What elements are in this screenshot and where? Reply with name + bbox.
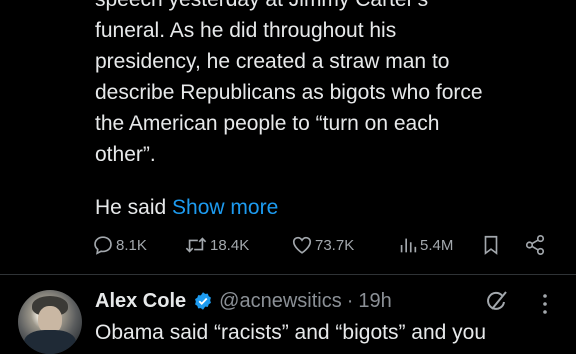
tweet-text-line: describe Republicans as bigots who force	[95, 81, 483, 104]
heart-icon	[292, 236, 312, 254]
tweet-divider	[0, 274, 576, 275]
separator: ·	[346, 289, 354, 312]
reply-header: Alex Cole @acnewsitics · 19h	[95, 288, 392, 314]
tweet-text-truncated: He said	[95, 196, 167, 219]
like-button[interactable]: 73.7K	[291, 232, 354, 258]
tweet-text-line: presidency, he created a straw man to	[95, 50, 450, 73]
grok-icon[interactable]	[483, 289, 511, 315]
reply-text: Obama said “racists” and “bigots” and yo…	[95, 321, 487, 344]
avatar[interactable]	[18, 290, 82, 354]
more-options-icon[interactable]	[540, 292, 550, 316]
author-name[interactable]: Alex Cole	[95, 290, 186, 313]
bookmark-icon	[484, 235, 498, 255]
views-button[interactable]: 5.4M	[398, 232, 453, 258]
repost-button[interactable]: 18.4K	[184, 232, 249, 258]
tweet-more-line: He said Show more	[95, 193, 278, 223]
tweet-actions: 8.1K 18.4K 73.7K 5.4M	[88, 232, 558, 258]
tweet-text-line: other”.	[95, 143, 156, 166]
show-more-link[interactable]: Show more	[172, 196, 278, 219]
reply-count: 8.1K	[116, 236, 147, 254]
repost-icon	[185, 237, 207, 253]
tweet-text-line: speech yesterday at Jimmy Carter's	[95, 0, 555, 15]
repost-count: 18.4K	[210, 236, 250, 254]
reply-icon	[94, 236, 112, 255]
views-icon	[400, 238, 417, 253]
tweet-text: speech yesterday at Jimmy Carter's funer…	[95, 0, 555, 170]
share-button[interactable]	[524, 232, 546, 258]
share-icon	[525, 235, 545, 255]
like-count: 73.7K	[315, 236, 355, 254]
tweet-text-line: the American people to “turn on each	[95, 112, 440, 135]
reply-button[interactable]: 8.1K	[92, 232, 147, 258]
author-handle[interactable]: @acnewsitics	[219, 290, 342, 313]
timestamp[interactable]: 19h	[358, 290, 391, 313]
views-count: 5.4M	[420, 236, 454, 254]
bookmark-button[interactable]	[481, 232, 501, 258]
tweet-text-line: funeral. As he did throughout his	[95, 19, 397, 42]
verified-badge-icon	[193, 291, 213, 311]
